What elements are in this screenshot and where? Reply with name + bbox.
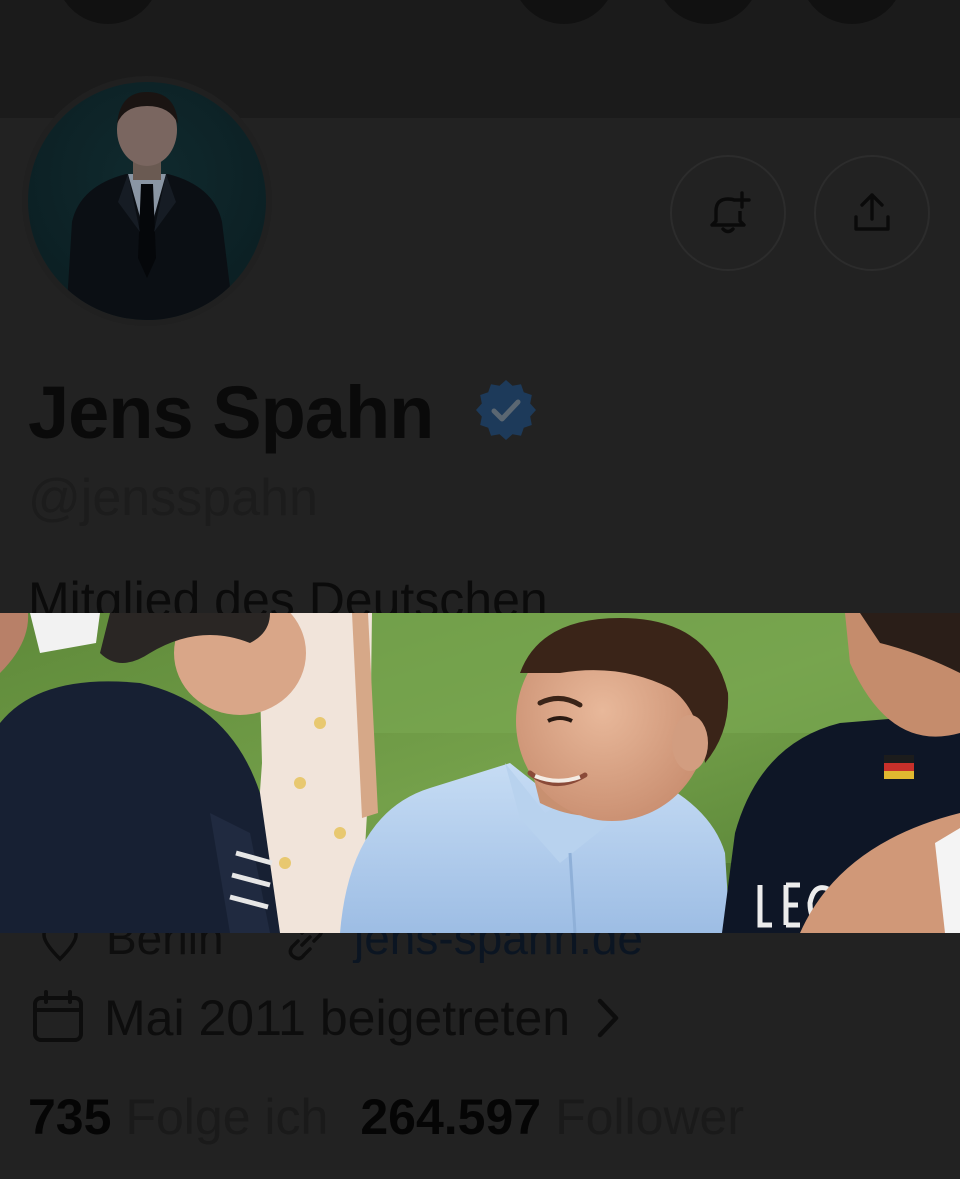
verified-badge-icon[interactable] bbox=[474, 378, 538, 442]
menu-button[interactable] bbox=[800, 0, 904, 24]
share-icon bbox=[854, 193, 890, 231]
more-button[interactable] bbox=[656, 0, 760, 24]
back-button[interactable] bbox=[56, 0, 160, 24]
calendar-icon bbox=[33, 990, 83, 1042]
followers-label: Follower bbox=[555, 1089, 745, 1145]
chevron-right-icon bbox=[597, 998, 619, 1038]
handle: @jensspahn bbox=[28, 469, 318, 527]
website-link[interactable]: jens-spahn.de bbox=[354, 933, 643, 963]
location-pin-icon bbox=[42, 933, 78, 962]
profile-meta-row: Berlin jens-spahn.de bbox=[28, 933, 928, 963]
bell-plus-icon bbox=[710, 191, 751, 234]
location-text: Berlin bbox=[106, 933, 224, 963]
display-name: Jens Spahn bbox=[28, 371, 434, 454]
joined-date-row[interactable]: Mai 2011 beigetreten bbox=[28, 988, 628, 1048]
followers-count: 264.597 bbox=[360, 1089, 542, 1145]
followers-stat[interactable]: 264.597 Follower bbox=[360, 1088, 744, 1146]
bio: Mitglied des Deutschen bbox=[28, 572, 548, 614]
search-button[interactable] bbox=[512, 0, 616, 24]
share-button[interactable] bbox=[814, 155, 930, 271]
joined-date-text: Mai 2011 beigetreten bbox=[104, 990, 571, 1046]
notification-button[interactable] bbox=[670, 155, 786, 271]
profile-photo-overlay[interactable] bbox=[0, 613, 960, 933]
link-icon bbox=[288, 933, 323, 961]
avatar[interactable] bbox=[28, 82, 266, 320]
following-stat[interactable]: 735 Folge ich bbox=[28, 1088, 328, 1146]
following-count: 735 bbox=[28, 1089, 112, 1145]
follow-stats: 735 Folge ich 264.597 Follower bbox=[28, 1088, 744, 1146]
following-label: Folge ich bbox=[125, 1089, 329, 1145]
